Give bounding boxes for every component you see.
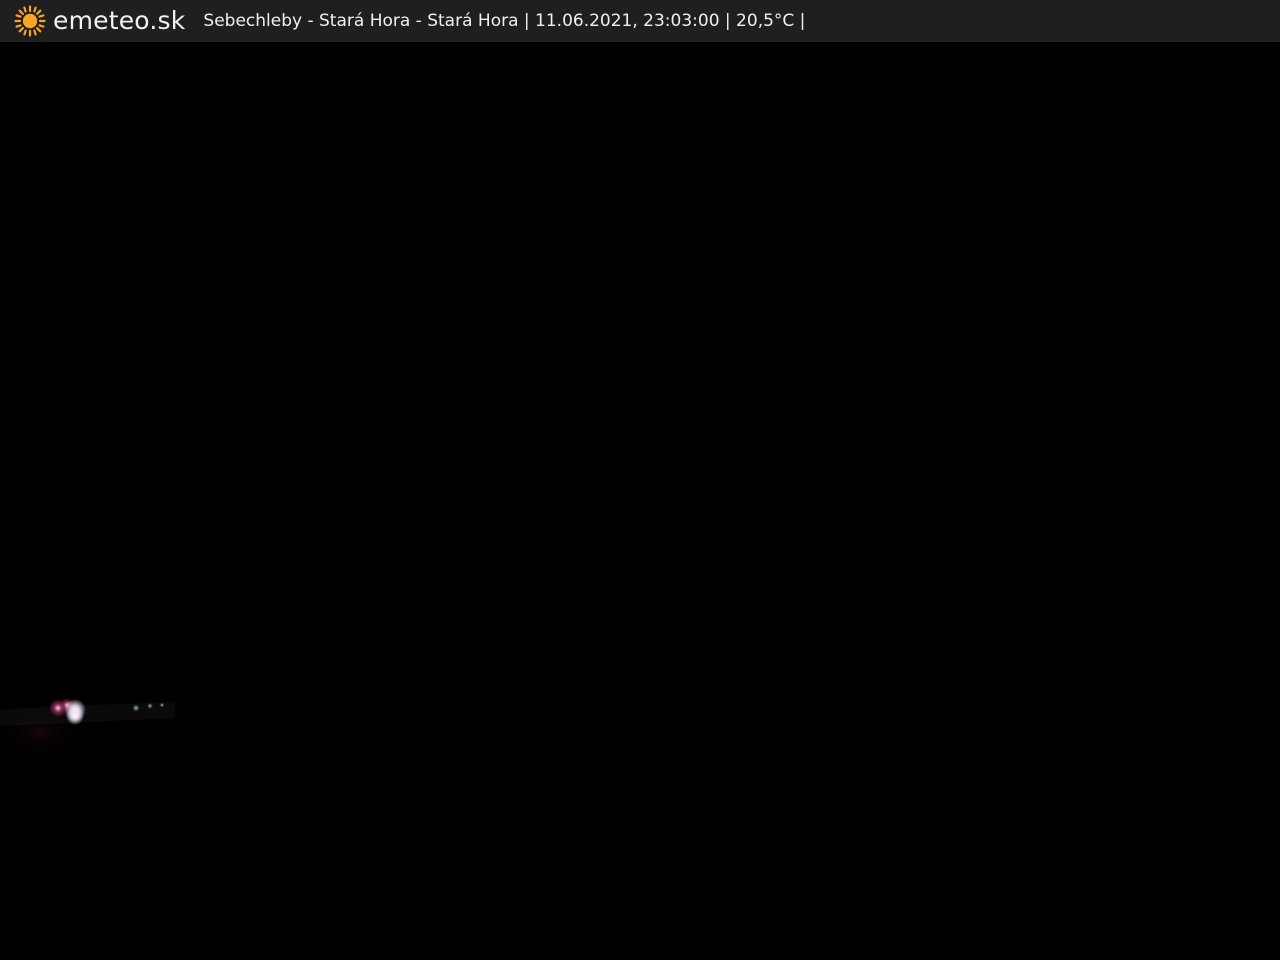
webcam-night-image — [0, 42, 1280, 960]
webcam-caption: Sebechleby - Stará Hora - Stará Hora | 1… — [203, 11, 806, 31]
sun-icon — [14, 5, 46, 37]
webcam-caption-bar: emeteo.sk Sebechleby - Stará Hora - Star… — [0, 0, 1280, 42]
webcam-frame: emeteo.sk Sebechleby - Stará Hora - Star… — [0, 0, 1280, 960]
brand-name: emeteo.sk — [53, 6, 186, 35]
emeteo-logo: emeteo.sk — [14, 0, 185, 42]
night-sky — [0, 42, 1280, 960]
